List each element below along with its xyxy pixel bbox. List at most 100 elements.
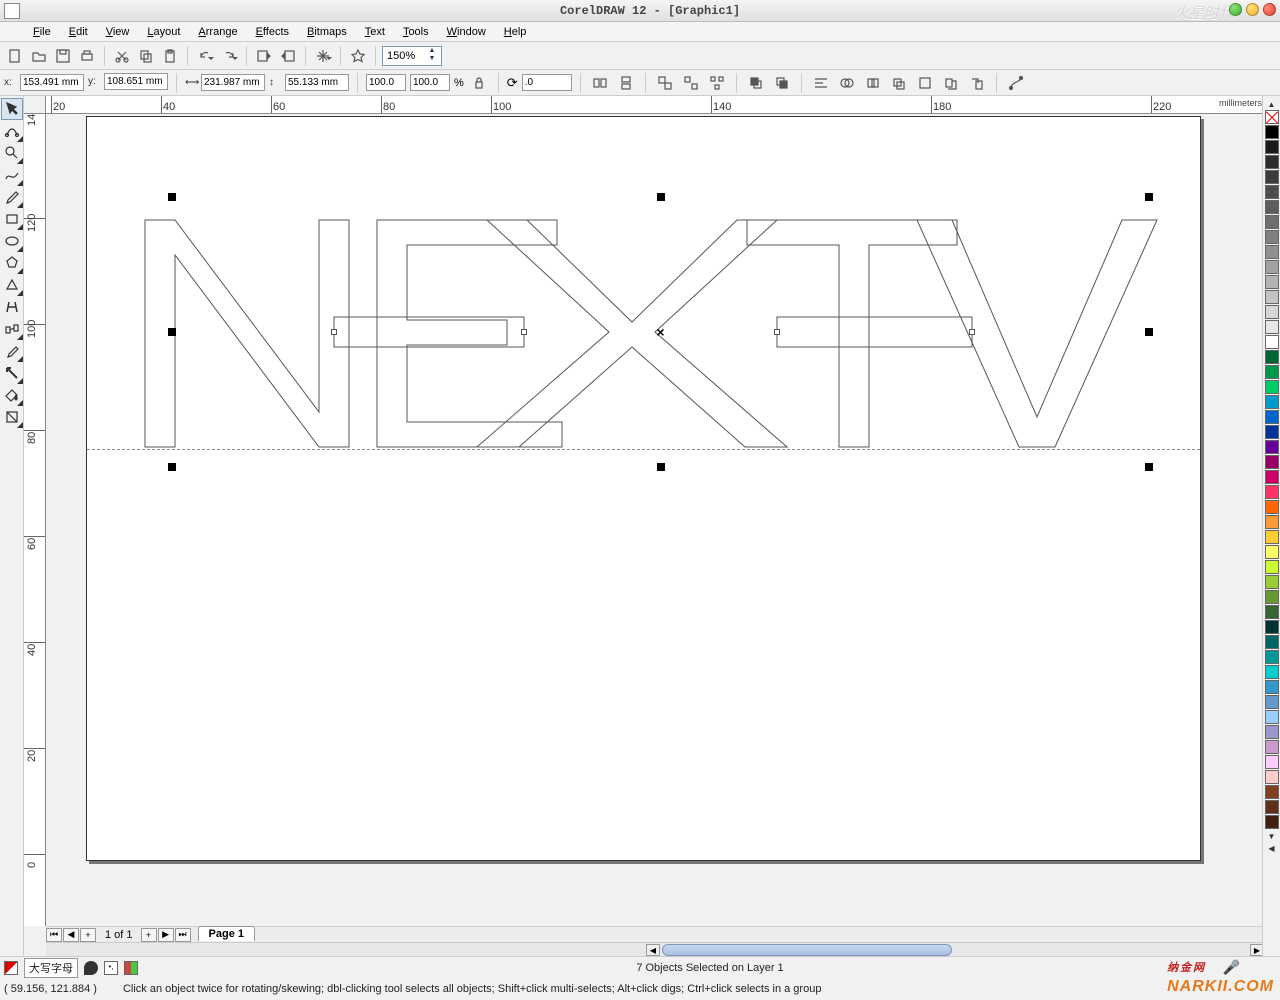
color-swatch[interactable] [1265,185,1279,199]
text-tool[interactable] [1,296,23,318]
color-swatch[interactable] [1265,125,1279,139]
palette-scroll-down[interactable]: ▼ [1265,830,1279,842]
menu-view[interactable]: View [97,24,139,40]
system-menu-icon[interactable] [4,3,20,19]
copy-button[interactable] [135,45,157,67]
horizontal-ruler[interactable]: millimeters 20406080100140180220260280 [46,96,1264,114]
height-input[interactable]: 55.133 mm [285,74,349,91]
color-swatch[interactable] [1265,680,1279,694]
to-front-button[interactable] [745,72,767,94]
color-swatch[interactable] [1265,770,1279,784]
menu-window[interactable]: Window [438,24,495,40]
color-swatch[interactable] [1265,320,1279,334]
artwork-text-outlines[interactable] [87,117,1202,862]
import-button[interactable] [253,45,275,67]
selection-handle[interactable] [657,193,665,201]
color-swatch[interactable] [1265,590,1279,604]
selection-handle[interactable] [1145,193,1153,201]
ellipse-tool[interactable] [1,230,23,252]
horizontal-scrollbar[interactable]: ◀ ▶ [46,942,1264,956]
selection-handle[interactable] [168,463,176,471]
color-swatch[interactable] [1265,335,1279,349]
selection-handle[interactable] [168,193,176,201]
ime-mode-icon[interactable] [84,961,98,975]
selection-handle[interactable] [1145,328,1153,336]
cut-button[interactable] [111,45,133,67]
lock-ratio-button[interactable] [468,72,490,94]
selection-handle[interactable] [168,328,176,336]
color-swatch[interactable] [1265,695,1279,709]
page-next-button[interactable]: ▶ [158,928,174,942]
color-swatch[interactable] [1265,275,1279,289]
page-first-button[interactable]: ⏮ [46,928,62,942]
node-handle[interactable] [774,329,780,335]
color-swatch[interactable] [1265,395,1279,409]
polygon-tool[interactable] [1,252,23,274]
group-button[interactable] [654,72,676,94]
color-swatch[interactable] [1265,230,1279,244]
color-swatch[interactable] [1265,365,1279,379]
color-swatch[interactable] [1265,725,1279,739]
color-swatch[interactable] [1265,245,1279,259]
page-tab[interactable]: Page 1 [198,926,255,941]
color-swatch[interactable] [1265,260,1279,274]
drawing-page[interactable]: × [86,116,1201,861]
color-swatch[interactable] [1265,800,1279,814]
color-swatch[interactable] [1265,200,1279,214]
node-handle[interactable] [521,329,527,335]
trim-button[interactable] [862,72,884,94]
zoom-down[interactable]: ▼ [427,56,437,64]
color-swatch[interactable] [1265,605,1279,619]
color-swatch[interactable] [1265,560,1279,574]
zoom-combo[interactable]: ▲▼ [382,46,442,66]
pick-tool[interactable] [1,98,23,120]
outline-tool[interactable] [1,362,23,384]
width-input[interactable]: 231.987 mm [201,74,265,91]
close-button[interactable] [1263,3,1276,16]
export-button[interactable] [277,45,299,67]
color-swatch[interactable] [1265,815,1279,829]
rotation-input[interactable]: .0 [522,74,572,91]
menu-layout[interactable]: Layout [138,24,189,40]
menu-file[interactable]: File [24,24,60,40]
color-swatch[interactable] [1265,620,1279,634]
color-swatch[interactable] [1265,380,1279,394]
menu-tools[interactable]: Tools [394,24,438,40]
color-swatch[interactable] [1265,500,1279,514]
front-minus-back-button[interactable] [940,72,962,94]
scale-x-input[interactable]: 100.0 [366,74,406,91]
menu-bitmaps[interactable]: Bitmaps [298,24,356,40]
color-swatch[interactable] [1265,350,1279,364]
selection-handle[interactable] [1145,463,1153,471]
color-swatch[interactable] [1265,635,1279,649]
undo-button[interactable] [194,45,216,67]
minimize-button[interactable] [1229,3,1242,16]
doc-control-icon[interactable] [4,25,18,39]
freehand-tool[interactable] [1,164,23,186]
scroll-left-button[interactable]: ◀ [646,944,660,956]
menu-arrange[interactable]: Arrange [189,24,246,40]
app-launcher-button[interactable] [312,45,334,67]
menu-edit[interactable]: Edit [60,24,97,40]
shape-tool[interactable] [1,120,23,142]
zoom-tool[interactable] [1,142,23,164]
color-swatch[interactable] [1265,650,1279,664]
color-swatch[interactable] [1265,710,1279,724]
to-back-button[interactable] [771,72,793,94]
smart-drawing-tool[interactable] [1,186,23,208]
save-button[interactable] [52,45,74,67]
intersect-button[interactable] [888,72,910,94]
selection-center[interactable]: × [656,324,664,340]
color-swatch[interactable] [1265,305,1279,319]
color-swatch[interactable] [1265,455,1279,469]
color-swatch[interactable] [1265,530,1279,544]
interactive-blend-tool[interactable] [1,318,23,340]
paste-button[interactable] [159,45,181,67]
fill-indicator-icon[interactable] [4,961,18,975]
basic-shapes-tool[interactable] [1,274,23,296]
node-handle[interactable] [969,329,975,335]
fill-tool[interactable] [1,384,23,406]
palette-flyout-button[interactable]: ◀ [1265,842,1279,854]
ungroup-button[interactable] [680,72,702,94]
simplify-button[interactable] [914,72,936,94]
